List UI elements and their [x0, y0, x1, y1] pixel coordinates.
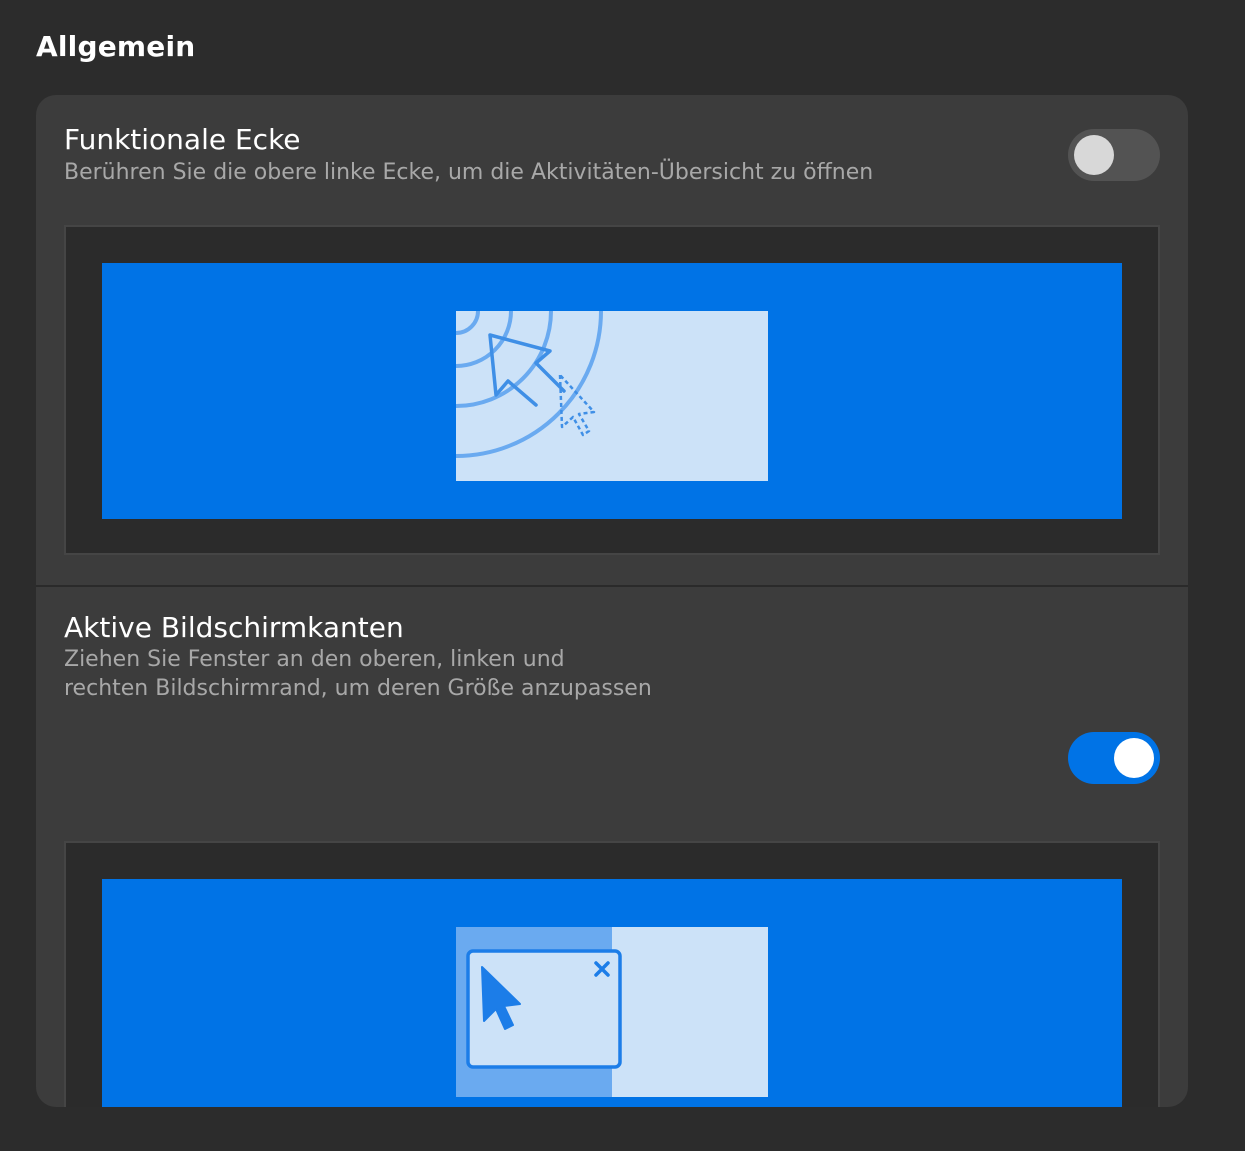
section-title: Allgemein [36, 30, 196, 63]
switch-knob [1074, 135, 1114, 175]
hot-corner-preview [64, 225, 1160, 555]
edge-tiling-illustration-icon [456, 927, 768, 1097]
preview-screen [102, 263, 1122, 519]
switch-knob [1114, 738, 1154, 778]
settings-card: Funktionale Ecke Berühren Sie die obere … [36, 95, 1188, 1107]
hot-corner-title: Funktionale Ecke [64, 123, 301, 156]
active-edges-description-line1: Ziehen Sie Fenster an den oberen, linken… [64, 647, 565, 672]
preview-screen [102, 879, 1122, 1107]
hot-corner-illustration-icon [456, 311, 768, 481]
hot-corner-row: Funktionale Ecke Berühren Sie die obere … [36, 95, 1188, 585]
hot-corner-description: Berühren Sie die obere linke Ecke, um di… [64, 160, 874, 185]
active-edges-description: Ziehen Sie Fenster an den oberen, linken… [64, 645, 684, 703]
active-edges-preview [64, 841, 1160, 1107]
active-edges-switch[interactable] [1068, 732, 1160, 784]
settings-page: Allgemein Funktionale Ecke Berühren Sie … [0, 0, 1245, 1151]
hot-corner-switch[interactable] [1068, 129, 1160, 181]
active-edges-title: Aktive Bildschirmkanten [64, 611, 404, 644]
active-edges-description-line2: rechten Bildschirmrand, um deren Größe a… [64, 676, 652, 701]
active-edges-row: Aktive Bildschirmkanten Ziehen Sie Fenst… [36, 587, 1188, 1107]
